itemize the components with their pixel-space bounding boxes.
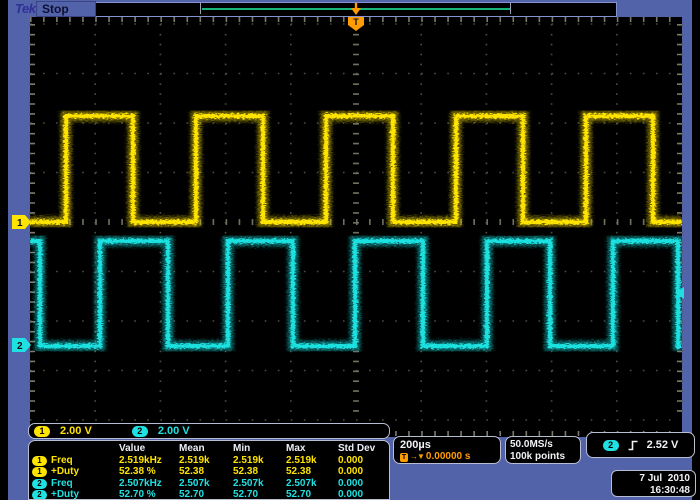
col-header-max: Max <box>286 443 338 455</box>
measurement-min: 2.507k <box>233 478 286 490</box>
record-view-bar <box>95 2 617 17</box>
record-window-bracket-left <box>200 3 201 14</box>
waveform-display-area[interactable] <box>30 17 682 437</box>
measurement-min: 2.519k <box>233 455 286 467</box>
tek-logo: Tek <box>15 1 35 16</box>
channel-1-badge[interactable]: 1 <box>34 426 50 437</box>
measurement-max: 52.38 <box>286 466 338 478</box>
rising-edge-icon <box>628 440 638 451</box>
measurement-name: +Duty <box>51 489 119 500</box>
record-waveform-line <box>202 8 510 10</box>
date-readout: 7 Jul 2010 <box>612 473 690 485</box>
acquisition-status-panel: Stop <box>36 1 96 17</box>
trigger-settings-box[interactable]: 2 2.52 V <box>586 432 695 458</box>
channel-2-badge: 2 <box>32 490 47 500</box>
measurement-stddev: 0.000 <box>338 489 389 500</box>
horizontal-settings-box[interactable]: 200µs T →▼ 0.00000 s <box>393 436 501 464</box>
oscilloscope-screen: Tek Stop T 1 2 <box>0 0 700 500</box>
measurement-stddev: 0.000 <box>338 478 389 490</box>
channel-2-badge: 2 <box>32 479 47 489</box>
measurement-stddev: 0.000 <box>338 455 389 467</box>
arrow-to-expansion-icon: →▼ <box>410 451 424 463</box>
measurement-min: 52.38 <box>233 466 286 478</box>
channel-2-scale: 2.00 V <box>158 425 190 437</box>
measurement-value: 52.38 % <box>119 466 179 478</box>
datetime-box: 7 Jul 2010 16:30:48 <box>611 470 696 497</box>
record-length: 100k points <box>510 451 576 463</box>
trigger-level-value: 2.52 V <box>647 439 679 451</box>
col-header-min: Min <box>233 443 286 455</box>
sample-rate: 50.0MS/s <box>510 439 576 451</box>
trigger-source-badge: 2 <box>603 440 619 451</box>
measurement-name: +Duty <box>51 466 119 478</box>
measurement-min: 52.70 <box>233 489 286 500</box>
measurement-name: Freq <box>51 478 119 490</box>
horizontal-delay-readout: T →▼ 0.00000 s <box>400 451 494 463</box>
trigger-t-icon: T <box>400 453 408 462</box>
measurement-mean: 52.38 <box>179 466 233 478</box>
acquisition-settings-box[interactable]: 50.0MS/s 100k points <box>505 436 581 464</box>
measurement-name: Freq <box>51 455 119 467</box>
col-header-stddev: Std Dev <box>338 443 389 455</box>
measurement-mean: 2.519k <box>179 455 233 467</box>
acquisition-status: Stop <box>42 2 69 16</box>
col-header-value: Value <box>119 443 179 455</box>
measurement-max: 52.70 <box>286 489 338 500</box>
horizontal-delay-value: 0.00000 s <box>426 451 471 463</box>
measurement-panel: Value Mean Min Max Std Dev 1 Freq 2.519k… <box>28 440 390 500</box>
channel-1-scale: 2.00 V <box>60 425 92 437</box>
measurement-stddev: 0.000 <box>338 466 389 478</box>
channel-1-badge: 1 <box>32 456 47 466</box>
col-header-mean: Mean <box>179 443 233 455</box>
channel-2-badge[interactable]: 2 <box>132 426 148 437</box>
measurement-max: 2.519k <box>286 455 338 467</box>
measurement-value: 2.519kHz <box>119 455 179 467</box>
measurement-mean: 2.507k <box>179 478 233 490</box>
measurement-mean: 52.70 <box>179 489 233 500</box>
measurement-value: 2.507kHz <box>119 478 179 490</box>
measurement-max: 2.507k <box>286 478 338 490</box>
record-window-bracket-right <box>510 3 511 14</box>
timebase-scale: 200µs <box>400 439 494 451</box>
channel-1-badge: 1 <box>32 467 47 477</box>
channel-scale-bar: 1 2.00 V 2 2.00 V <box>28 423 390 439</box>
measurement-value: 52.70 % <box>119 489 179 500</box>
time-readout: 16:30:48 <box>612 485 690 497</box>
